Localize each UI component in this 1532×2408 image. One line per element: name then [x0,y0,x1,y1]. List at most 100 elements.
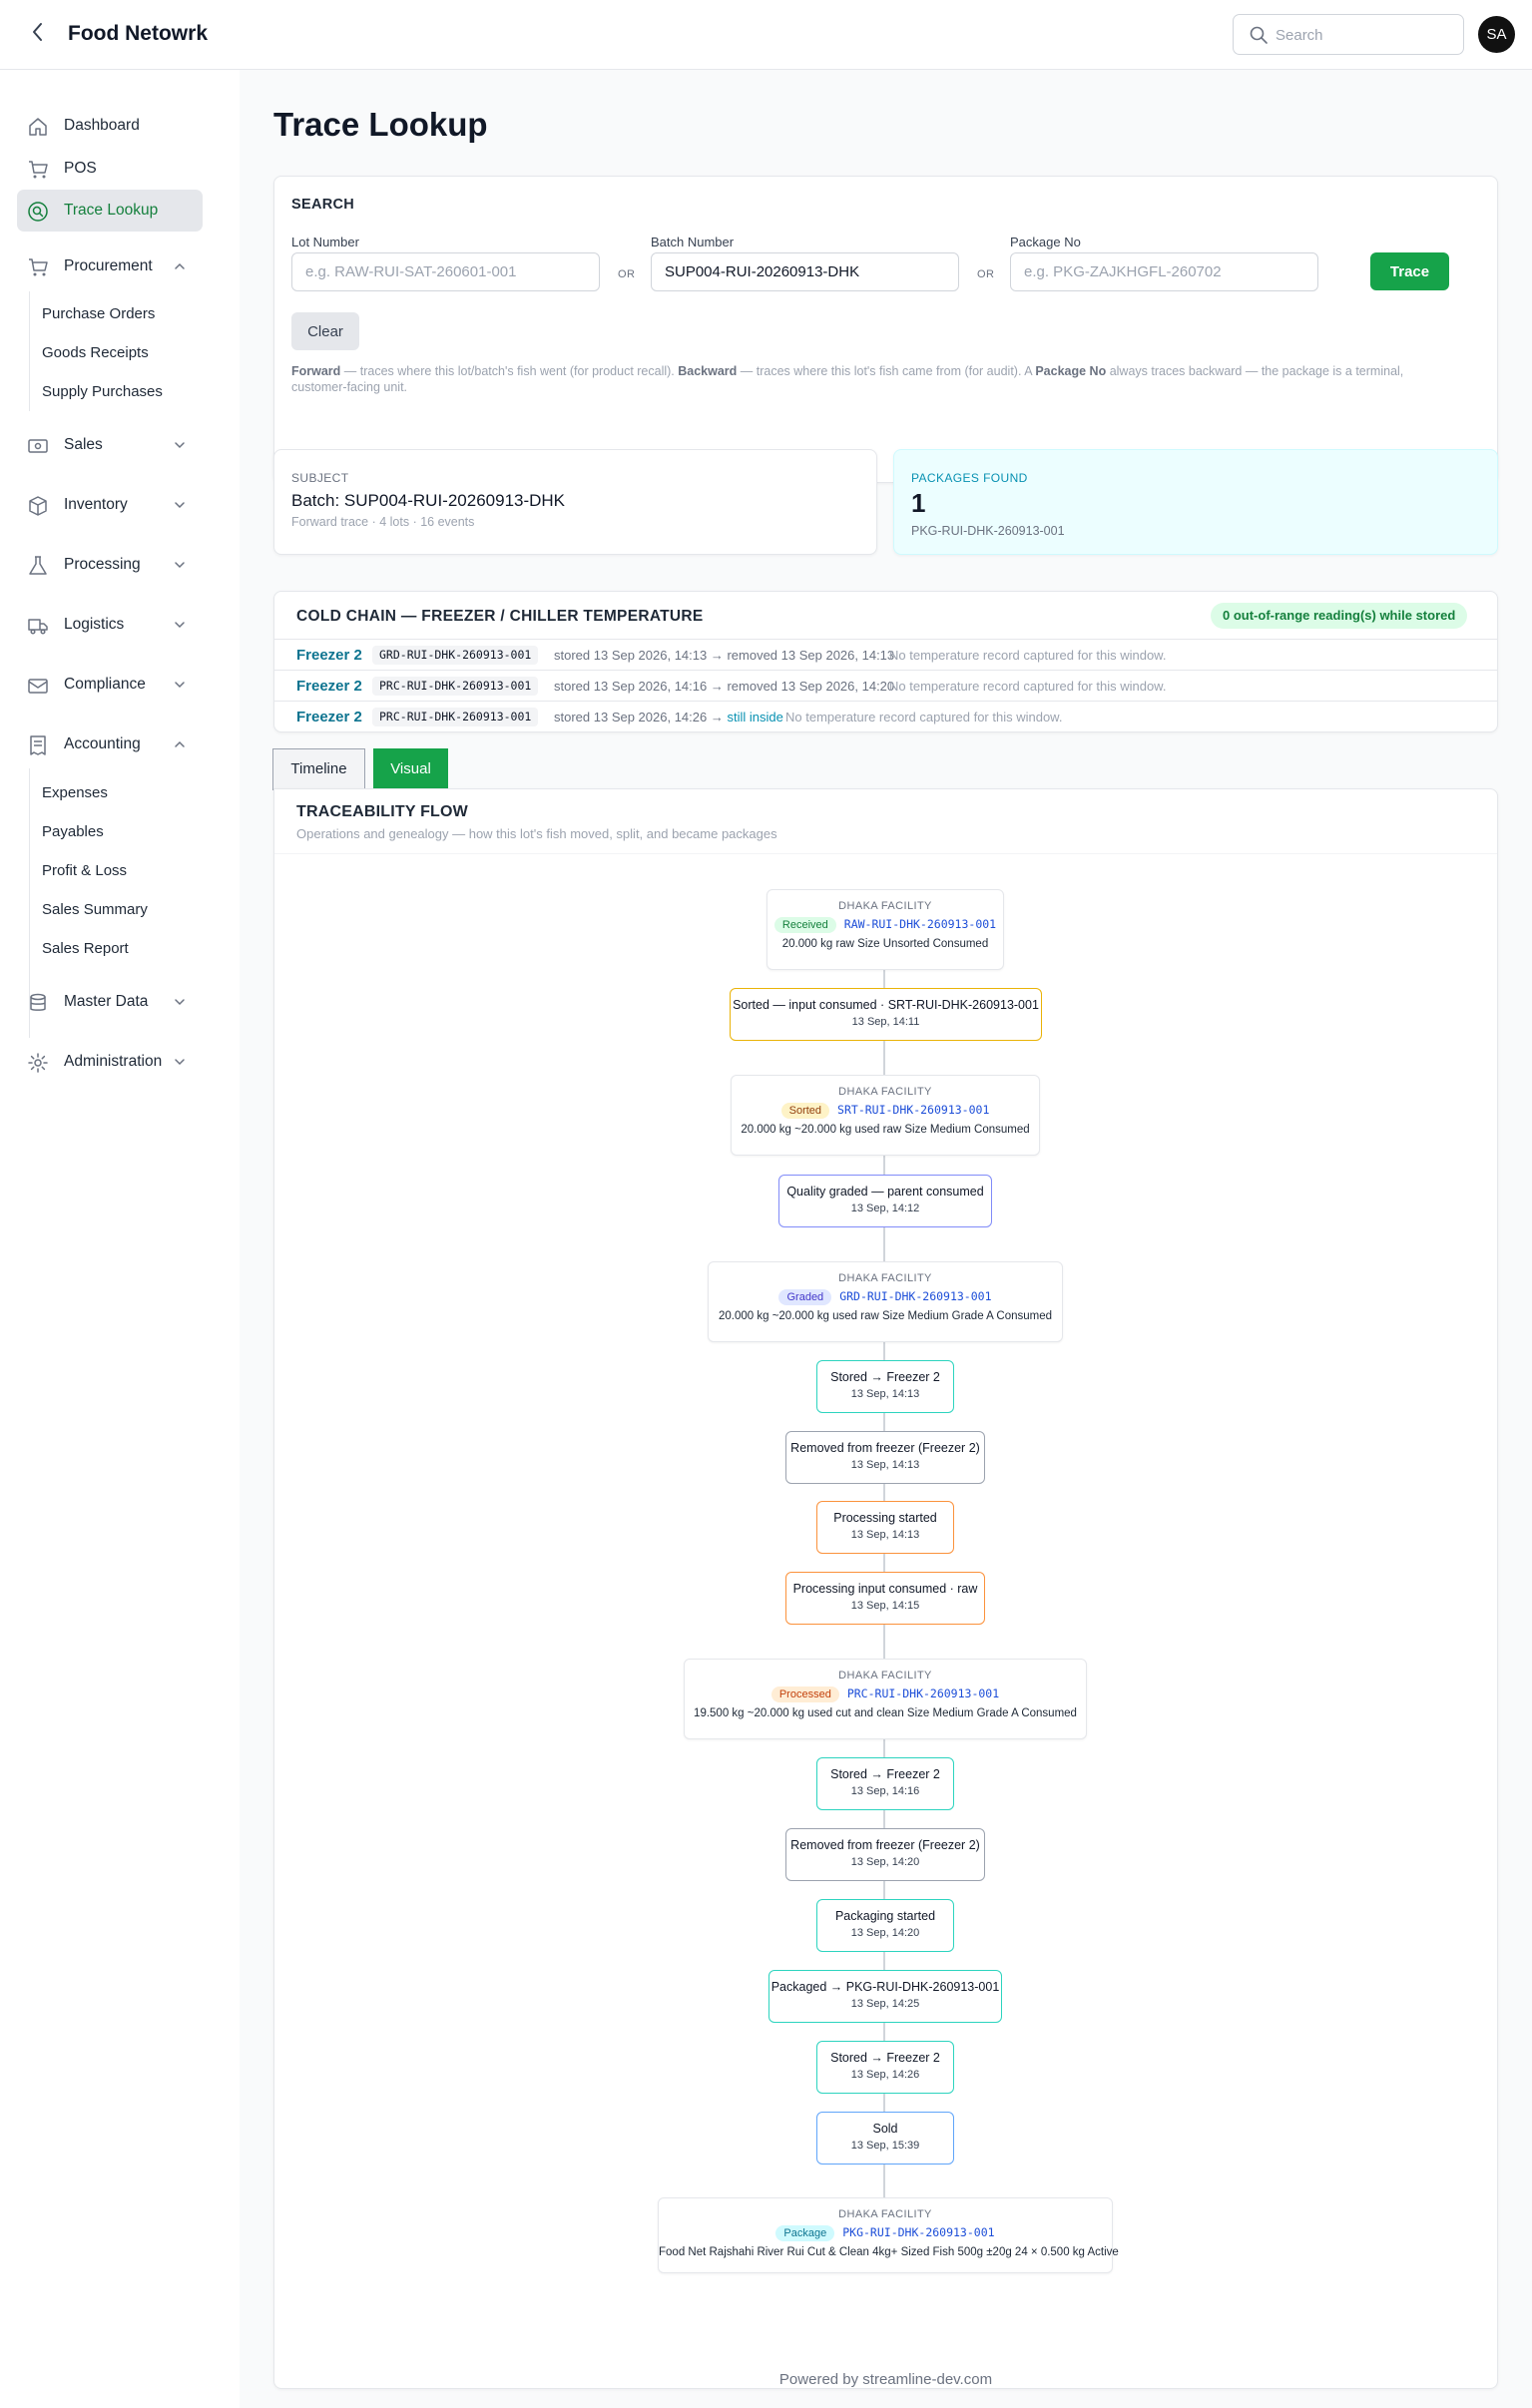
event-title: Quality graded — parent consumed [786,1185,984,1199]
event-date: 13 Sep, 14:13 [850,1529,920,1541]
freezer-link[interactable]: Freezer 2 [296,647,362,664]
sidebar-subitem-supply-purchases[interactable]: Supply Purchases [42,383,163,400]
packages-found-label: PACKAGES FOUND [911,471,1028,485]
lot-node-sorted[interactable]: DHAKA FACILITY Sorted SRT-RUI-DHK-260913-… [731,1075,1040,1156]
trace-button[interactable]: Trace [1370,252,1449,290]
lot-node-package[interactable]: DHAKA FACILITY Package PKG-RUI-DHK-260913… [658,2197,1119,2273]
lot-details: 20.000 kg raw Size Unsorted Consumed [781,938,989,950]
event-title: Stored → Freezer 2 [830,1767,940,1781]
temperature-note: No temperature record captured for this … [889,679,1167,694]
flask-icon [29,556,47,575]
freezer-link[interactable]: Freezer 2 [296,709,362,725]
lot-details: 20.000 kg ~20.000 kg used raw Size Mediu… [741,1124,1030,1136]
freezer-link[interactable]: Freezer 2 [296,678,362,695]
storage-window: stored 13 Sep 2026, 14:13 → removed 13 S… [554,648,895,663]
subject-value: Batch: SUP004-RUI-20260913-DHK [291,491,566,510]
sidebar-subitem-payables[interactable]: Payables [42,823,104,840]
truck-icon [28,619,48,635]
temperature-note: No temperature record captured for this … [889,648,1167,663]
sidebar-item-administration[interactable]: Administration [17,1041,203,1083]
lot-node-graded[interactable]: DHAKA FACILITY Graded GRD-RUI-DHK-260913-… [708,1261,1063,1342]
event-node[interactable]: Stored → Freezer 2 13 Sep, 14:26 [816,2041,954,2094]
sidebar-subitem-expenses[interactable]: Expenses [42,784,108,801]
top-bar: Food Netowrk SA [0,0,1532,70]
lot-details: 19.500 kg ~20.000 kg used cut and clean … [694,1707,1077,1719]
lot-node-processed[interactable]: DHAKA FACILITY Processed PRC-RUI-DHK-2609… [684,1659,1087,1739]
sidebar-item-label: Procurement [64,257,153,274]
flow-subtitle: Operations and genealogy — how this lot'… [296,826,777,841]
lot-code: PRC-RUI-DHK-260913-001 [372,708,539,726]
event-node[interactable]: Packaging started 13 Sep, 14:20 [816,1899,954,1952]
lot-node-received[interactable]: DHAKA FACILITY Received RAW-RUI-DHK-26091… [766,889,1004,970]
avatar[interactable]: SA [1478,16,1515,53]
sidebar-item-trace-lookup[interactable]: Trace Lookup [17,190,203,232]
search-panel: SEARCH Lot Number OR Batch Number OR Pac… [273,176,1498,483]
tab-timeline[interactable]: Timeline [272,748,365,790]
event-node[interactable]: Stored → Freezer 2 13 Sep, 14:16 [816,1757,954,1810]
sidebar-item-processing[interactable]: Processing [17,544,203,586]
sidebar-item-master-data[interactable]: Master Data [17,981,203,1023]
gear-icon [28,1053,48,1073]
sidebar-item-procurement[interactable]: Procurement [17,245,203,287]
search-input[interactable] [1276,21,1455,49]
package-no-input[interactable] [1010,252,1318,291]
cart-icon [29,161,48,179]
subject-card: SUBJECT Batch: SUP004-RUI-20260913-DHK F… [273,449,877,555]
event-date: 13 Sep, 14:13 [850,1388,920,1400]
still-inside-link[interactable]: still inside [727,710,782,724]
chevron-down-icon [175,1059,185,1066]
event-node[interactable]: Processing started 13 Sep, 14:13 [816,1501,954,1554]
event-date: 13 Sep, 14:15 [850,1600,920,1612]
event-node[interactable]: Sorted — input consumed · SRT-RUI-DHK-26… [730,988,1042,1041]
chevron-up-icon [175,262,185,269]
tab-visual[interactable]: Visual [373,748,448,790]
or-separator: OR [618,268,636,280]
search-panel-title: SEARCH [291,197,355,213]
batch-number-label: Batch Number [651,235,735,249]
event-date: 13 Sep, 14:26 [850,2069,920,2081]
event-title: Removed from freezer (Freezer 2) [790,1441,980,1455]
event-node[interactable]: Processing input consumed · raw 13 Sep, … [785,1572,985,1625]
lot-number-input[interactable] [291,252,600,291]
lot-details: 20.000 kg ~20.000 kg used raw Size Mediu… [718,1310,1053,1322]
storage-window: stored 13 Sep 2026, 14:16 → removed 13 S… [554,679,895,694]
sidebar-item-compliance[interactable]: Compliance [17,664,203,706]
cold-chain-card: COLD CHAIN — FREEZER / CHILLER TEMPERATU… [273,591,1498,732]
money-icon [28,439,48,453]
global-search[interactable] [1233,14,1464,55]
sidebar-subitem-sales-summary[interactable]: Sales Summary [42,901,148,918]
packages-found-code: PKG-RUI-DHK-260913-001 [911,524,1065,538]
sidebar-item-label: POS [64,160,97,177]
sidebar-subitem-sales-report[interactable]: Sales Report [42,940,129,957]
batch-number-input[interactable] [651,252,959,291]
sidebar-subitem-goods-receipts[interactable]: Goods Receipts [42,344,149,361]
out-of-range-badge: 0 out-of-range reading(s) while stored [1211,603,1468,629]
lot-code: PKG-RUI-DHK-260913-001 [842,2225,995,2239]
event-node[interactable]: Quality graded — parent consumed 13 Sep,… [778,1175,992,1227]
event-node[interactable]: Stored → Freezer 2 13 Sep, 14:13 [816,1360,954,1413]
sidebar-item-inventory[interactable]: Inventory [17,484,203,526]
clear-button[interactable]: Clear [291,312,359,350]
page-title: Trace Lookup [273,106,488,143]
sidebar-subitem-profit-loss[interactable]: Profit & Loss [42,862,127,879]
lot-code: GRD-RUI-DHK-260913-001 [839,1289,992,1303]
database-icon [30,993,46,1011]
event-title: Stored → Freezer 2 [830,2051,940,2065]
sidebar-item-sales[interactable]: Sales [17,424,203,466]
back-icon[interactable] [26,20,50,48]
subject-label: SUBJECT [291,471,349,485]
sidebar-item-accounting[interactable]: Accounting [17,723,203,765]
sidebar-subitem-purchase-orders[interactable]: Purchase Orders [42,305,155,322]
storage-window: stored 13 Sep 2026, 14:26 → still inside [554,710,783,724]
sidebar-item-pos[interactable]: POS [17,148,203,190]
event-date: 13 Sep, 14:12 [850,1203,920,1214]
sidebar-item-logistics[interactable]: Logistics [17,604,203,646]
event-node[interactable]: Packaged → PKG-RUI-DHK-260913-001 13 Sep… [768,1970,1002,2023]
event-node[interactable]: Sold 13 Sep, 15:39 [816,2112,954,2165]
subject-meta: Forward trace · 4 lots · 16 events [291,515,475,529]
event-node[interactable]: Removed from freezer (Freezer 2) 13 Sep,… [785,1431,985,1484]
event-title: Removed from freezer (Freezer 2) [790,1838,980,1852]
sidebar-item-label: Logistics [64,616,125,633]
sidebar-item-dashboard[interactable]: Dashboard [17,105,203,147]
event-node[interactable]: Removed from freezer (Freezer 2) 13 Sep,… [785,1828,985,1881]
